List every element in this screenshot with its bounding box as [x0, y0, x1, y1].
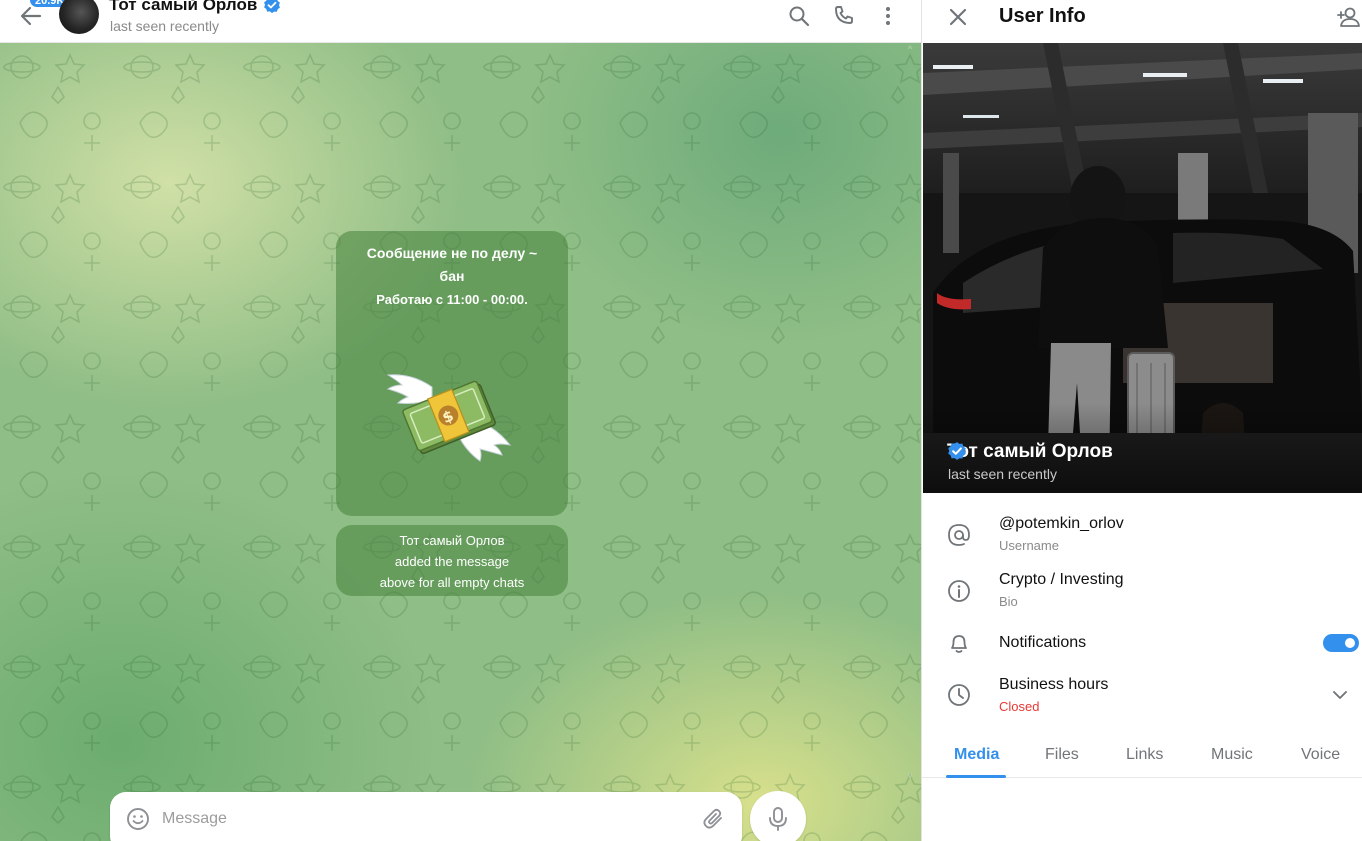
flying-money-sticker-icon[interactable]: $ — [380, 359, 520, 469]
chat-title-text: Тот самый Орлов — [109, 0, 258, 14]
tab-voice[interactable]: Voice — [1301, 746, 1340, 764]
scroll-down-arrow-icon[interactable]: v — [908, 770, 913, 780]
active-tab-indicator — [946, 775, 1006, 778]
smile-icon — [127, 808, 149, 830]
info-icon — [948, 580, 970, 602]
service-line-1: Тот самый Орлов — [399, 533, 505, 548]
notifications-label: Notifications — [999, 634, 1087, 651]
welcome-message-bubble: Сообщение не по делу ~ бан Работаю с 11:… — [336, 231, 568, 516]
add-user-icon — [1337, 7, 1360, 27]
welcome-line-2: бан — [439, 268, 465, 284]
bell-icon — [951, 635, 967, 653]
profile-status: last seen recently — [948, 466, 1057, 482]
message-composer — [110, 792, 742, 841]
chevron-down-icon[interactable] — [1330, 685, 1350, 705]
message-input[interactable] — [162, 806, 682, 832]
username-label: Username — [999, 538, 1059, 553]
service-line-3: above for all empty chats — [379, 575, 525, 590]
search-button[interactable] — [787, 4, 811, 28]
tab-media[interactable]: Media — [954, 746, 999, 764]
phone-icon — [835, 6, 853, 24]
bio-label: Bio — [999, 594, 1018, 609]
username-value: @potemkin_orlov — [999, 515, 1124, 532]
verified-icon — [264, 0, 281, 13]
profile-name-text: Тот самый Орлов — [947, 441, 1113, 462]
business-hours-row[interactable]: Business hours Closed — [922, 666, 1362, 722]
profile-photo[interactable]: Тот самый Орлов last seen recently — [923, 43, 1362, 493]
chat-header: 20.9K Тот самый Орлов last seen recently — [0, 0, 921, 43]
notifications-row[interactable]: Notifications — [922, 634, 1362, 653]
attach-button[interactable] — [702, 807, 726, 831]
welcome-line-3: Работаю с 11:00 - 00:00. — [376, 292, 528, 307]
user-info-panel: User Info Тот самый Орлов last seen rece… — [921, 0, 1362, 841]
bio-value: Crypto / Investing — [999, 571, 1124, 588]
user-info-title: User Info — [999, 5, 1086, 27]
shared-media-tabs: Media Files Links Music Voice — [922, 733, 1362, 778]
add-contact-button[interactable] — [1336, 4, 1362, 30]
close-button[interactable] — [946, 5, 970, 29]
notifications-toggle[interactable] — [1323, 634, 1359, 652]
close-icon — [949, 8, 967, 26]
user-info-header: User Info — [922, 0, 1362, 42]
voice-record-button[interactable] — [750, 791, 806, 841]
business-hours-status: Closed — [999, 699, 1040, 714]
chat-panel: 20.9K Тот самый Орлов last seen recently — [0, 0, 921, 841]
username-row[interactable]: @potemkin_orlov Username — [922, 505, 1362, 561]
call-button[interactable] — [832, 4, 856, 28]
at-sign-icon — [948, 524, 970, 546]
business-hours-label: Business hours — [999, 676, 1109, 693]
service-line-2: added the message — [394, 554, 510, 569]
bio-row[interactable]: Crypto / Investing Bio — [922, 561, 1362, 617]
verified-icon — [948, 442, 966, 460]
service-message-bubble: Тот самый Орлов added the message above … — [336, 525, 568, 596]
search-icon — [789, 6, 810, 27]
toggle-knob — [1343, 636, 1357, 650]
welcome-line-1: Сообщение не по делу ~ — [366, 245, 538, 261]
avatar[interactable] — [59, 0, 99, 34]
tab-files[interactable]: Files — [1045, 746, 1079, 764]
scroll-up-arrow-icon[interactable]: ^ — [908, 44, 912, 54]
more-vertical-icon — [886, 7, 890, 25]
chat-status: last seen recently — [110, 18, 219, 34]
profile-name: Тот самый Орлов — [947, 441, 1113, 463]
more-button[interactable] — [876, 4, 900, 28]
emoji-button[interactable] — [125, 806, 151, 832]
tab-music[interactable]: Music — [1211, 746, 1253, 764]
tab-links[interactable]: Links — [1126, 746, 1163, 764]
chat-title[interactable]: Тот самый Орлов — [109, 0, 281, 15]
microphone-icon — [769, 807, 787, 831]
clock-icon — [948, 684, 970, 706]
paperclip-icon — [703, 808, 722, 829]
back-button[interactable]: 20.9K — [14, 0, 71, 36]
